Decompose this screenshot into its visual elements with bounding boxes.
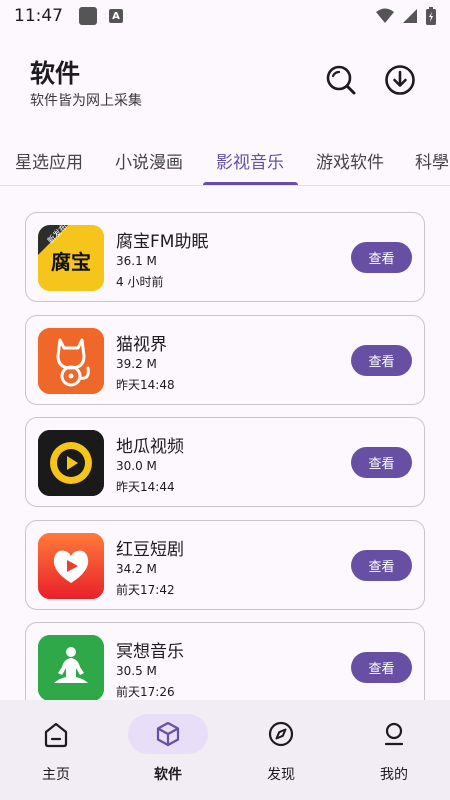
play-circle-icon: [38, 430, 104, 496]
app-name: 地瓜视频: [116, 437, 184, 457]
view-button[interactable]: 查看: [351, 652, 412, 683]
app-header: 软件 软件皆为网上采集: [0, 46, 450, 116]
nav-home[interactable]: 主页: [0, 700, 112, 800]
active-tab-indicator: [203, 182, 298, 185]
nav-label: 软件: [154, 767, 182, 783]
app-time: 前天17:42: [116, 583, 175, 597]
nav-discover[interactable]: 发现: [225, 700, 337, 800]
nav-label: 主页: [42, 767, 70, 783]
list-item[interactable]: 红豆短剧 34.2 M 前天17:42 查看: [25, 520, 425, 610]
wifi-icon: [376, 8, 394, 23]
page-title: 软件: [30, 59, 81, 88]
app-time: 昨天14:44: [116, 480, 175, 494]
keyboard-icon: A: [109, 9, 123, 23]
search-icon: [326, 65, 356, 95]
nav-label: 我的: [380, 767, 408, 783]
person-icon: [384, 722, 404, 746]
bottom-nav: 主页 软件 发现 我的: [0, 700, 450, 800]
meditation-icon: [38, 635, 104, 700]
nav-mine[interactable]: 我的: [338, 700, 450, 800]
tab-novels-comics[interactable]: 小说漫画: [115, 148, 183, 173]
heart-play-icon: [38, 533, 104, 599]
app-size: 30.5 M: [116, 664, 157, 678]
list-item[interactable]: 地瓜视频 30.0 M 昨天14:44 查看: [25, 417, 425, 507]
app-name: 冥想音乐: [116, 642, 184, 662]
download-button[interactable]: [382, 62, 418, 98]
app-icon-text: 腐宝: [51, 250, 91, 274]
home-icon: [44, 722, 68, 748]
app-size: 34.2 M: [116, 562, 157, 576]
app-size: 30.0 M: [116, 459, 157, 473]
status-time: 11:47: [14, 6, 63, 26]
app-name: 猫视界: [116, 335, 167, 355]
view-button[interactable]: 查看: [351, 550, 412, 581]
signal-icon: [403, 9, 417, 23]
category-tabs: 星选应用 小说漫画 影视音乐 游戏软件 科學: [0, 136, 450, 186]
app-name: 腐宝FM助眠: [116, 232, 209, 252]
nav-label: 发现: [267, 767, 295, 783]
list-item[interactable]: 猫视界 39.2 M 昨天14:48 查看: [25, 315, 425, 405]
view-button[interactable]: 查看: [351, 242, 412, 273]
app-size: 39.2 M: [116, 357, 157, 371]
app-time: 昨天14:48: [116, 378, 175, 392]
list-item[interactable]: 冥想音乐 30.5 M 前天17:26 查看: [25, 622, 425, 700]
list-item[interactable]: 腐宝 新发布 腐宝FM助眠 36.1 M 4 小时前 查看: [25, 212, 425, 302]
status-bar: 11:47 A: [0, 0, 450, 32]
app-size: 36.1 M: [116, 254, 157, 268]
tab-featured[interactable]: 星选应用: [15, 148, 83, 173]
view-button[interactable]: 查看: [351, 447, 412, 478]
app-list: 腐宝 新发布 腐宝FM助眠 36.1 M 4 小时前 查看 猫视界 39.2 M…: [0, 186, 450, 700]
view-button[interactable]: 查看: [351, 345, 412, 376]
tab-video-music[interactable]: 影视音乐: [216, 148, 284, 173]
app-time: 前天17:26: [116, 685, 175, 699]
compass-icon: [268, 721, 294, 747]
fubao-fm-icon: 腐宝 新发布: [38, 225, 104, 291]
tab-games-software[interactable]: 游戏软件: [316, 148, 384, 173]
page-subtitle: 软件皆为网上采集: [30, 93, 142, 109]
download-icon: [385, 65, 415, 95]
battery-icon: [426, 7, 436, 25]
nav-software[interactable]: 软件: [112, 700, 224, 800]
search-button[interactable]: [323, 62, 359, 98]
cube-icon: [156, 721, 180, 747]
app-time: 4 小时前: [116, 275, 164, 289]
notification-icon: [79, 7, 97, 25]
app-name: 红豆短剧: [116, 540, 184, 560]
tab-science[interactable]: 科學: [415, 148, 449, 173]
cat-video-icon: [38, 328, 104, 394]
